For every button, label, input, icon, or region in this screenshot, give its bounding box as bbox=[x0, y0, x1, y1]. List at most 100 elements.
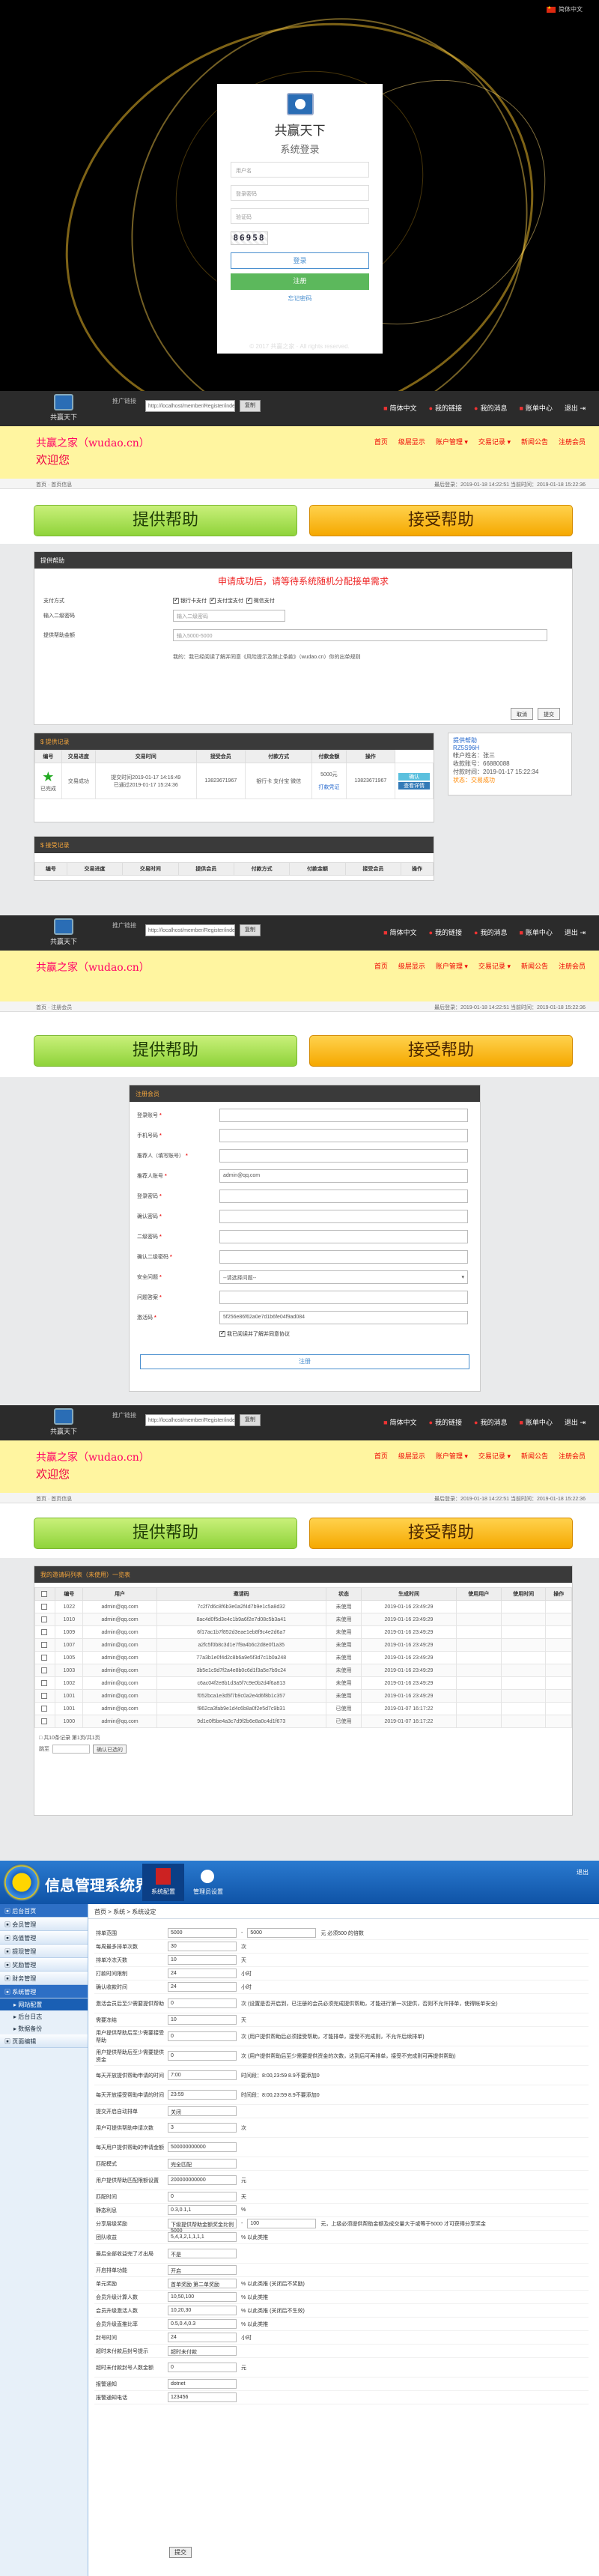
setting-input[interactable]: 10 bbox=[168, 2015, 237, 2025]
account-input[interactable] bbox=[219, 1108, 468, 1122]
accept-help-button[interactable]: 接受帮助 bbox=[309, 1518, 573, 1549]
sidebar-subitem[interactable]: ▸ 后台日志 bbox=[0, 2010, 88, 2022]
header-logo[interactable]: 共赢天下 bbox=[45, 918, 82, 946]
menu-messages[interactable]: ● 我的消息 bbox=[474, 1417, 507, 1427]
referrer-account-input[interactable]: admin@qq.com bbox=[219, 1169, 468, 1183]
referral-url[interactable]: http://localhost/member/Register/index bbox=[145, 924, 235, 936]
setting-input[interactable]: 完全匹配 bbox=[168, 2159, 237, 2169]
row-select[interactable] bbox=[34, 1651, 56, 1664]
menu-bills[interactable]: ■ 账单中心 bbox=[519, 403, 552, 413]
username-input[interactable]: 用户名 bbox=[231, 162, 369, 178]
accept-help-button[interactable]: 接受帮助 bbox=[309, 505, 573, 536]
menu-messages[interactable]: ● 我的消息 bbox=[474, 927, 507, 937]
pay-option-bank[interactable]: 银行卡支付 bbox=[173, 596, 207, 604]
row-select[interactable] bbox=[34, 1600, 56, 1613]
setting-input[interactable]: 200000000000 bbox=[168, 2175, 237, 2185]
accept-help-button[interactable]: 接受帮助 bbox=[309, 1035, 573, 1067]
menu-my-link[interactable]: ● 我的链接 bbox=[429, 1417, 462, 1427]
second-password-input[interactable] bbox=[219, 1229, 468, 1243]
submit-button[interactable]: 提交 bbox=[538, 708, 560, 720]
exit-link[interactable]: 退出 bbox=[577, 1868, 589, 1876]
nav-register[interactable]: 注册会员 bbox=[559, 437, 586, 446]
setting-input[interactable]: 0.3,0.1,1 bbox=[168, 2205, 237, 2215]
nav-register[interactable]: 注册会员 bbox=[559, 961, 586, 971]
nav-levels[interactable]: 级层显示 bbox=[398, 961, 425, 971]
setting-input[interactable]: 不是 bbox=[168, 2249, 237, 2258]
referrer-input[interactable] bbox=[219, 1148, 468, 1163]
menu-bills[interactable]: ■ 账单中心 bbox=[519, 927, 552, 937]
nav-news[interactable]: 新闻公告 bbox=[521, 437, 548, 446]
copy-button[interactable]: 复制 bbox=[240, 1414, 261, 1426]
goto-button[interactable]: 确认已选的 bbox=[93, 1745, 127, 1754]
referral-url[interactable]: http://localhost/member/Register/index bbox=[145, 400, 235, 412]
setting-input[interactable]: 10,50,100 bbox=[168, 2292, 237, 2302]
checkbox-icon[interactable] bbox=[41, 1591, 48, 1597]
tab-admin-settings[interactable]: 管理员设置 bbox=[187, 1864, 229, 1901]
setting-input[interactable]: 30 bbox=[168, 1942, 237, 1951]
phone-input[interactable] bbox=[219, 1128, 468, 1142]
captcha-image[interactable]: 86958 bbox=[231, 231, 268, 245]
sidebar-item[interactable]: ▣ 充值管理 bbox=[0, 1931, 88, 1945]
setting-input[interactable]: 500000000000 bbox=[168, 2142, 237, 2152]
nav-home[interactable]: 首页 bbox=[374, 1451, 388, 1461]
nav-home[interactable]: 首页 bbox=[374, 961, 388, 971]
setting-input[interactable]: 0 bbox=[168, 2363, 237, 2372]
password-input[interactable]: 登录密码 bbox=[231, 185, 369, 201]
pay-option-alipay[interactable]: 支付宝支付 bbox=[209, 596, 243, 604]
sidebar-item[interactable]: ▣ 后台首页 bbox=[0, 1904, 88, 1918]
nav-news[interactable]: 新闻公告 bbox=[521, 961, 548, 971]
goto-input[interactable] bbox=[52, 1745, 90, 1754]
setting-input[interactable]: 5,4,3,2,1,1,1,1 bbox=[168, 2232, 237, 2242]
setting-input[interactable]: 下级提供帮助金额奖金比例5000 bbox=[168, 2219, 237, 2234]
setting-input[interactable]: 0 bbox=[168, 1998, 237, 2008]
forgot-password-link[interactable]: 忘记密码 bbox=[231, 294, 369, 303]
setting-input[interactable]: 24 bbox=[168, 2333, 237, 2342]
nav-levels[interactable]: 级层显示 bbox=[398, 1451, 425, 1461]
menu-language[interactable]: ■ 简体中文 bbox=[383, 403, 416, 413]
menu-my-link[interactable]: ● 我的链接 bbox=[429, 403, 462, 413]
setting-input[interactable]: 10 bbox=[168, 1955, 237, 1965]
confirm-password-input[interactable] bbox=[219, 1209, 468, 1223]
setting-input[interactable]: 0 bbox=[168, 2051, 237, 2061]
nav-account[interactable]: 账户管理 ▾ bbox=[436, 961, 468, 971]
nav-account[interactable]: 账户管理 ▾ bbox=[436, 1451, 468, 1461]
sidebar-item[interactable]: ▣ 系统管理 bbox=[0, 1985, 88, 1998]
setting-input[interactable]: 首单奖励 第二单奖励 bbox=[168, 2279, 237, 2288]
details-button[interactable]: 查看详情 bbox=[398, 781, 430, 790]
setting-input[interactable]: 24 bbox=[168, 1969, 237, 1978]
login-button[interactable]: 登录 bbox=[231, 252, 369, 269]
menu-language[interactable]: ■ 简体中文 bbox=[383, 927, 416, 937]
row-select[interactable] bbox=[34, 1702, 56, 1715]
sidebar-item[interactable]: ▣ 页面编辑 bbox=[0, 2034, 88, 2048]
sidebar-item[interactable]: ▣ 财务管理 bbox=[0, 1972, 88, 1985]
menu-logout[interactable]: 退出 ⇥ bbox=[565, 403, 586, 413]
setting-input[interactable]: 10,20,30 bbox=[168, 2306, 237, 2315]
nav-records[interactable]: 交易记录 ▾ bbox=[478, 437, 511, 446]
setting-input[interactable]: 5000 bbox=[168, 1928, 237, 1938]
row-select[interactable] bbox=[34, 1715, 56, 1728]
setting-input[interactable]: 123456 bbox=[168, 2392, 237, 2402]
setting-input[interactable]: 100 bbox=[247, 2219, 317, 2228]
register-submit-button[interactable]: 注册 bbox=[140, 1354, 469, 1369]
setting-input[interactable]: 0.5,0.4,0.3 bbox=[168, 2319, 237, 2329]
provide-help-button[interactable]: 提供帮助 bbox=[34, 1518, 297, 1549]
copy-button[interactable]: 复制 bbox=[240, 924, 261, 936]
menu-language[interactable]: ■ 简体中文 bbox=[383, 1417, 416, 1427]
setting-input[interactable]: 超时未付款 bbox=[168, 2346, 237, 2356]
menu-logout[interactable]: 退出 ⇥ bbox=[565, 927, 586, 937]
nav-account[interactable]: 账户管理 ▾ bbox=[436, 437, 468, 446]
setting-input[interactable]: 7:00 bbox=[168, 2070, 237, 2080]
setting-input[interactable]: 0 bbox=[168, 2192, 237, 2201]
row-select[interactable] bbox=[34, 1689, 56, 1703]
nav-news[interactable]: 新闻公告 bbox=[521, 1451, 548, 1461]
language-selector[interactable]: 简体中文 bbox=[547, 5, 583, 13]
activation-code-input[interactable]: 5f256e86f62a0e7d1b6fe04f9ad084 bbox=[219, 1310, 468, 1324]
security-question-select[interactable]: --请选择问题-- ▾ bbox=[219, 1270, 468, 1284]
sidebar-item[interactable]: ▣ 提现管理 bbox=[0, 1945, 88, 1958]
referral-url[interactable]: http://localhost/member/Register/index bbox=[145, 1414, 235, 1426]
sidebar-subitem[interactable]: ▸ 数据备份 bbox=[0, 2022, 88, 2034]
menu-messages[interactable]: ● 我的消息 bbox=[474, 403, 507, 413]
confirm-second-password-input[interactable] bbox=[219, 1249, 468, 1264]
header-logo[interactable]: 共赢天下 bbox=[45, 394, 82, 422]
header-logo[interactable]: 共赢天下 bbox=[45, 1408, 82, 1436]
